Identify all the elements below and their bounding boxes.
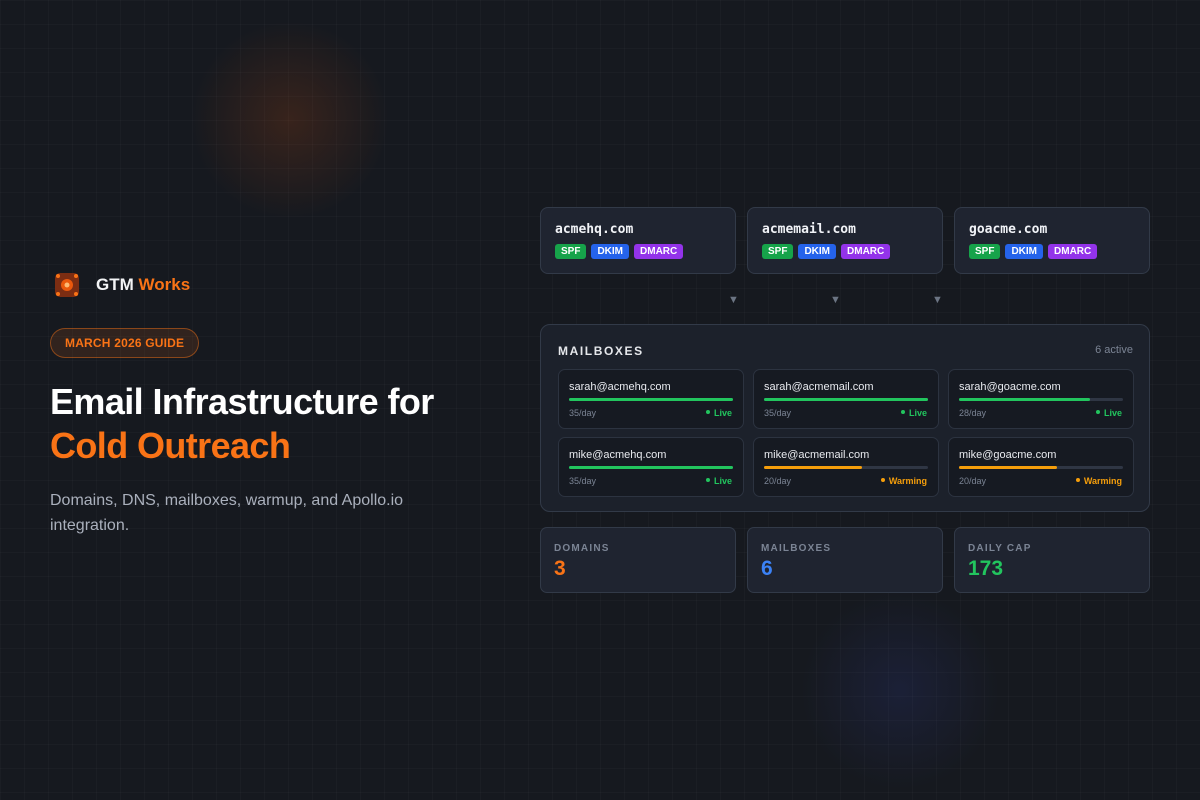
mailbox-daily-rate: 35/day [764, 408, 792, 418]
dmarc-tag: DMARC [841, 244, 891, 259]
spf-tag: SPF [762, 244, 794, 259]
warmup-progress-bar [764, 466, 928, 469]
mailbox-card[interactable]: sarah@acmemail.com 35/day Live [753, 369, 939, 429]
warmup-progress-bar [959, 398, 1123, 401]
mailboxes-title: MAILBOXES [558, 344, 644, 358]
arrow-down-icon: ▼ [830, 294, 841, 306]
mailbox-daily-rate: 28/day [959, 408, 987, 418]
mailbox-status: Live [705, 476, 732, 486]
spf-tag: SPF [969, 244, 1001, 259]
stat-card-daily-cap: DAILY CAP 173 [954, 527, 1150, 593]
status-dot-icon [705, 477, 710, 482]
warmup-progress-fill [959, 466, 1058, 469]
mailbox-email: sarah@acmemail.com [764, 381, 874, 393]
mailbox-email: sarah@goacme.com [959, 381, 1061, 393]
page-title: Email Infrastructure for Cold Outreach [50, 380, 434, 468]
brand-logo-icon [54, 272, 80, 298]
arrow-down-icon: ▼ [728, 294, 739, 306]
arrow-down-icon: ▼ [932, 294, 943, 306]
domain-card[interactable]: acmemail.com SPF DKIM DMARC [747, 207, 943, 274]
domain-card[interactable]: acmehq.com SPF DKIM DMARC [540, 207, 736, 274]
status-dot-icon [1075, 477, 1080, 482]
page-subtitle: Domains, DNS, mailboxes, warmup, and Apo… [50, 492, 404, 534]
warmup-progress-bar [959, 466, 1123, 469]
mailbox-email: mike@acmehq.com [569, 449, 667, 461]
stat-value: 173 [968, 557, 1004, 580]
warmup-progress-fill [569, 398, 733, 401]
brand-name: GTM Works [96, 275, 191, 294]
mailbox-card[interactable]: mike@acmehq.com 35/day Live [558, 437, 744, 497]
mailbox-daily-rate: 20/day [764, 476, 792, 486]
title-line-2: Cold Outreach [50, 425, 291, 466]
warmup-progress-bar [764, 398, 928, 401]
warmup-progress-bar [569, 466, 733, 469]
mailbox-email: mike@acmemail.com [764, 449, 870, 461]
mailbox-status: Live [705, 408, 732, 418]
mailbox-card[interactable]: mike@acmemail.com 20/day Warming [753, 437, 939, 497]
dkim-tag: DKIM [591, 244, 630, 259]
dmarc-tag: DMARC [634, 244, 684, 259]
warmup-progress-fill [764, 466, 863, 469]
mailbox-email: sarah@acmehq.com [569, 381, 671, 393]
stat-card-domains: DOMAINS 3 [540, 527, 736, 593]
status-dot-icon [1095, 409, 1100, 414]
stat-value: 6 [761, 557, 773, 580]
mailboxes-count: 6 active [1095, 344, 1133, 356]
domain-card[interactable]: goacme.com SPF DKIM DMARC [954, 207, 1150, 274]
status-dot-icon [900, 409, 905, 414]
title-line-1: Email Infrastructure for [50, 381, 434, 422]
dkim-tag: DKIM [1005, 244, 1044, 259]
dns-tags: SPF DKIM DMARC [969, 244, 1135, 259]
mailbox-daily-rate: 20/day [959, 476, 987, 486]
brand[interactable]: GTM Works [54, 272, 190, 298]
brand-name-accent: Works [138, 275, 191, 294]
mailbox-status: Warming [1075, 476, 1122, 486]
guide-badge: MARCH 2026 GUIDE [50, 328, 200, 358]
mailbox-status: Warming [880, 476, 927, 486]
status-dot-icon [880, 477, 885, 482]
domain-name: acmemail.com [762, 222, 856, 237]
dkim-tag: DKIM [798, 244, 837, 259]
background-glow-blue [800, 590, 1000, 790]
stat-label: DOMAINS [554, 543, 610, 554]
mailbox-status: Live [900, 408, 927, 418]
warmup-progress-bar [569, 398, 733, 401]
mailbox-card[interactable]: sarah@goacme.com 28/day Live [948, 369, 1134, 429]
background-glow-orange [190, 20, 390, 220]
mailbox-card[interactable]: mike@goacme.com 20/day Warming [948, 437, 1134, 497]
warmup-progress-fill [764, 398, 928, 401]
warmup-progress-fill [959, 398, 1091, 401]
stat-value: 3 [554, 557, 566, 580]
domain-name: acmehq.com [555, 222, 634, 237]
spf-tag: SPF [555, 244, 587, 259]
dns-tags: SPF DKIM DMARC [762, 244, 928, 259]
status-dot-icon [705, 409, 710, 414]
mailbox-card[interactable]: sarah@acmehq.com 35/day Live [558, 369, 744, 429]
warmup-progress-fill [569, 466, 733, 469]
stat-label: MAILBOXES [761, 543, 832, 554]
mailboxes-panel: MAILBOXES 6 active sarah@acmehq.com 35/d… [540, 324, 1150, 512]
mailbox-status: Live [1095, 408, 1122, 418]
mailbox-email: mike@goacme.com [959, 449, 1057, 461]
mailbox-daily-rate: 35/day [569, 476, 597, 486]
stat-label: DAILY CAP [968, 543, 1032, 554]
stat-card-mailboxes: MAILBOXES 6 [747, 527, 943, 593]
domain-name: goacme.com [969, 222, 1048, 237]
mailbox-daily-rate: 35/day [569, 408, 597, 418]
dns-tags: SPF DKIM DMARC [555, 244, 721, 259]
dmarc-tag: DMARC [1048, 244, 1098, 259]
